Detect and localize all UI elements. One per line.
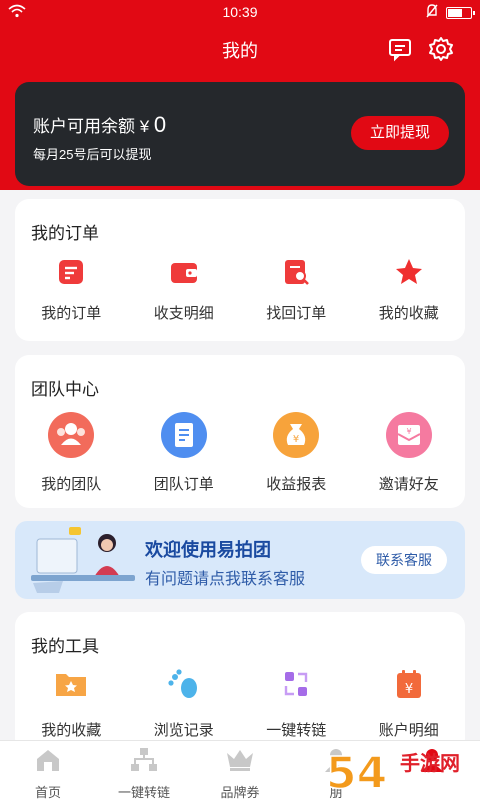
- balance-label: 账户可用余额 ¥ 0: [33, 112, 166, 138]
- customer-service-illustration: [31, 527, 135, 593]
- orders-item-my-orders[interactable]: 我的订单: [15, 257, 128, 323]
- team-grid: 我的团队 团队订单 ¥ 收益报表 ¥ 邀请好友: [15, 412, 465, 494]
- status-bar: 10:39: [0, 0, 480, 24]
- team-item-label: 我的团队: [41, 476, 102, 493]
- tab-label: 一键转链: [117, 785, 170, 800]
- sitemap-icon: [130, 747, 158, 778]
- banner-subline: 有问题请点我联系客服: [145, 571, 306, 588]
- banner-headline: 欢迎使用易拍团: [145, 540, 271, 560]
- star-icon: [394, 257, 424, 292]
- team-item-earnings-report[interactable]: ¥ 收益报表: [240, 412, 353, 494]
- balance-amount: 0: [153, 112, 167, 137]
- tools-item-label: 浏览记录: [153, 722, 214, 739]
- tools-item-label: 我的收藏: [41, 722, 102, 739]
- calendar-yen-icon: ¥: [392, 668, 426, 705]
- team-item-label: 收益报表: [266, 476, 327, 493]
- tools-card: 我的工具 我的收藏 浏览记录 一键转链 ¥ 账户明细: [15, 612, 465, 752]
- tools-title: 我的工具: [31, 637, 99, 656]
- orders-item-favorites[interactable]: 我的收藏: [353, 257, 466, 323]
- watermark-number: 54: [326, 748, 387, 799]
- balance-card: 账户可用余额 ¥ 0 每月25号后可以提现 立即提现: [15, 82, 465, 186]
- orders-item-label: 找回订单: [266, 305, 327, 322]
- team-item-my-team[interactable]: 我的团队: [15, 412, 128, 494]
- team-item-label: 邀请好友: [378, 476, 439, 493]
- tab-convert-link[interactable]: 一键转链: [96, 741, 192, 800]
- status-time: 10:39: [222, 4, 258, 20]
- withdraw-button[interactable]: 立即提现: [351, 116, 449, 150]
- team-card: 团队中心 我的团队 团队订单 ¥ 收益报表 ¥ 邀请好友: [15, 355, 465, 508]
- tools-grid: 我的收藏 浏览记录 一键转链 ¥ 账户明细: [15, 668, 465, 740]
- team-icon: [48, 412, 95, 463]
- svg-text:¥: ¥: [405, 682, 413, 697]
- find-order-icon: [281, 257, 311, 292]
- withdraw-note: 每月25号后可以提现: [33, 147, 152, 162]
- svg-text:¥: ¥: [293, 434, 299, 445]
- home-icon: [34, 747, 62, 778]
- tab-brand-coupons[interactable]: 品牌券: [192, 741, 288, 800]
- tab-label: 品牌券: [220, 785, 260, 800]
- orders-item-income-details[interactable]: 收支明细: [128, 257, 241, 323]
- wallet-icon: [169, 257, 199, 292]
- orders-title: 我的订单: [31, 224, 99, 243]
- watermark-text: 手游网: [400, 751, 460, 775]
- team-item-label: 团队订单: [153, 476, 214, 493]
- support-banner[interactable]: 欢迎使用易拍团 有问题请点我联系客服 联系客服: [15, 521, 465, 599]
- tools-item-convert-link[interactable]: 一键转链: [240, 668, 353, 740]
- contact-support-button[interactable]: 联系客服: [361, 546, 447, 574]
- tools-item-history[interactable]: 浏览记录: [128, 668, 241, 740]
- document-icon: [160, 412, 207, 463]
- tools-item-account-details[interactable]: ¥ 账户明细: [353, 668, 466, 740]
- folder-star-icon: [54, 668, 88, 705]
- convert-icon: [279, 668, 313, 705]
- money-bag-icon: ¥: [273, 412, 320, 463]
- invite-envelope-icon: ¥: [385, 412, 432, 463]
- battery-icon: [446, 6, 475, 19]
- gear-icon[interactable]: [428, 36, 454, 62]
- message-icon[interactable]: [387, 36, 413, 62]
- team-item-invite-friends[interactable]: ¥ 邀请好友: [353, 412, 466, 494]
- tab-label: 首页: [34, 785, 61, 800]
- tools-item-favorites[interactable]: 我的收藏: [15, 668, 128, 740]
- tab-home[interactable]: 首页: [0, 741, 96, 800]
- orders-item-label: 收支明细: [153, 305, 214, 322]
- orders-grid: 我的订单 收支明细 找回订单 我的收藏: [15, 257, 465, 323]
- orders-item-find-order[interactable]: 找回订单: [240, 257, 353, 323]
- order-list-icon: [56, 257, 86, 292]
- tools-item-label: 一键转链: [266, 722, 327, 739]
- team-item-team-orders[interactable]: 团队订单: [128, 412, 241, 494]
- alarm-icon: [426, 4, 438, 21]
- orders-item-label: 我的订单: [41, 305, 102, 322]
- balance-label-text: 账户可用余额 ¥: [33, 117, 150, 136]
- crown-icon: [225, 747, 255, 778]
- watermark-logo: 54 手游网: [320, 742, 480, 800]
- orders-item-label: 我的收藏: [378, 305, 439, 322]
- orders-card: 我的订单 我的订单 收支明细 找回订单 我的收藏: [15, 199, 465, 341]
- svg-text:¥: ¥: [406, 427, 411, 436]
- tools-item-label: 账户明细: [378, 722, 439, 739]
- team-title: 团队中心: [31, 380, 99, 399]
- footprint-icon: [167, 668, 201, 705]
